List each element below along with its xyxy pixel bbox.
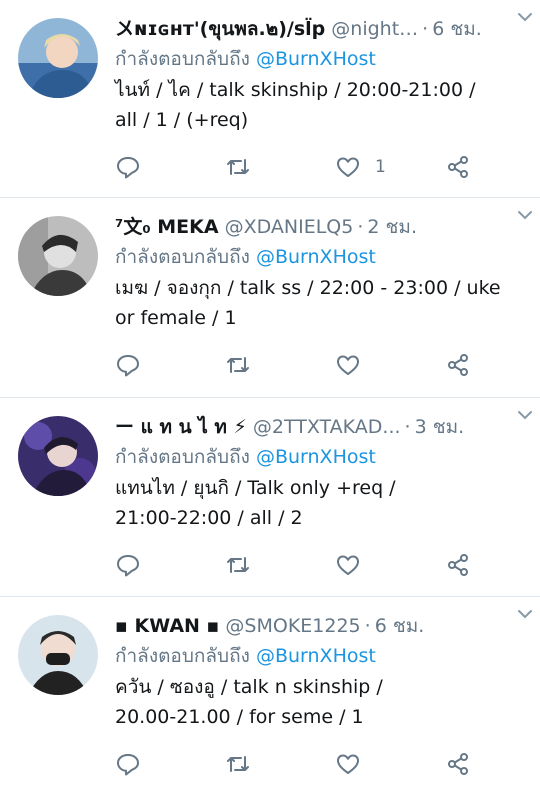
retweet-button[interactable]	[225, 350, 251, 380]
share-icon	[448, 554, 468, 576]
reply-context: กำลังตอบกลับถึง @BurnXHost	[115, 242, 528, 272]
avatar[interactable]	[18, 615, 98, 695]
retweet-icon	[227, 756, 249, 772]
separator-dot: ·	[357, 216, 364, 238]
avatar[interactable]	[18, 216, 98, 296]
reply-prefix: กำลังตอบกลับถึง	[115, 48, 250, 70]
like-button[interactable]	[335, 350, 375, 380]
separator-dot: ·	[404, 416, 411, 438]
display-name[interactable]: ⁷文₀ MEKA	[115, 212, 219, 242]
heart-icon	[337, 355, 359, 375]
reply-prefix: กำลังตอบกลับถึง	[115, 645, 250, 667]
tweet-actions	[115, 550, 495, 580]
avatar[interactable]	[18, 416, 98, 496]
retweet-button[interactable]	[225, 749, 251, 779]
user-handle[interactable]: @2TTXTAKAD...	[253, 412, 401, 442]
heart-icon	[337, 157, 359, 177]
tweet[interactable]: ー แ ท น ไ ท ⚡ @2TTXTAKAD... · 3 ชม. กำลั…	[0, 398, 540, 597]
reply-context: กำลังตอบกลับถึง @BurnXHost	[115, 641, 528, 671]
tweet-text: แทนไท / ยุนกิ / Talk only +req / 21:00-2…	[115, 477, 396, 529]
tweet[interactable]: ▪ KWAN ▪ @SMOKE1225 · 6 ชม. กำลังตอบกลับ…	[0, 597, 540, 791]
chevron-down-icon[interactable]	[516, 605, 534, 623]
reply-icon	[117, 555, 139, 577]
mention-link[interactable]: @BurnXHost	[256, 246, 376, 268]
timeline: 〤ɴɪɢʜᴛ'(ขุนพล.๒)/sl̈p @night… · 6 ชม. กำ…	[0, 0, 540, 791]
display-name[interactable]: 〤ɴɪɢʜᴛ'(ขุนพล.๒)/sl̈p	[115, 14, 325, 44]
separator-dot: ·	[422, 18, 429, 40]
user-handle[interactable]: @XDANIELQ5	[225, 212, 354, 242]
reply-icon	[117, 754, 139, 776]
heart-icon	[337, 555, 359, 575]
tweet[interactable]: 〤ɴɪɢʜᴛ'(ขุนพล.๒)/sl̈p @night… · 6 ชม. กำ…	[0, 0, 540, 198]
tweet-text: เมฆ / จองกุก / talk ss / 22:00 - 23:00 /…	[115, 277, 501, 329]
timestamp[interactable]: 6 ชม.	[375, 611, 425, 641]
reply-button[interactable]	[115, 749, 141, 779]
separator-dot: ·	[364, 615, 371, 637]
share-button[interactable]	[445, 550, 471, 580]
tweet-actions	[115, 350, 495, 380]
tweet[interactable]: ⁷文₀ MEKA @XDANIELQ5 · 2 ชม. กำลังตอบกลับ…	[0, 198, 540, 398]
retweet-button[interactable]	[225, 152, 251, 182]
share-icon	[448, 156, 468, 178]
timestamp[interactable]: 2 ชม.	[367, 212, 417, 242]
like-count: 1	[375, 157, 386, 177]
tweet-actions: 1	[115, 152, 495, 182]
share-button[interactable]	[445, 152, 471, 182]
chevron-down-icon[interactable]	[516, 406, 534, 424]
heart-icon	[337, 754, 359, 774]
user-handle[interactable]: @night…	[331, 14, 418, 44]
tweet-text: ควัน / ซองอู / talk n skinship / 20.00-2…	[115, 676, 383, 728]
reply-prefix: กำลังตอบกลับถึง	[115, 246, 250, 268]
avatar[interactable]	[18, 18, 98, 98]
reply-icon	[117, 355, 139, 377]
retweet-button[interactable]	[225, 550, 251, 580]
tweet-text: ไนท์ / ไค / talk skinship / 20:00-21:00 …	[115, 79, 476, 131]
mention-link[interactable]: @BurnXHost	[256, 446, 376, 468]
retweet-icon	[227, 557, 249, 573]
retweet-icon	[227, 159, 249, 175]
retweet-icon	[227, 357, 249, 373]
like-button[interactable]: 1	[335, 152, 386, 182]
reply-button[interactable]	[115, 550, 141, 580]
share-icon	[448, 753, 468, 775]
reply-button[interactable]	[115, 350, 141, 380]
share-button[interactable]	[445, 350, 471, 380]
reply-icon	[117, 157, 139, 179]
mention-link[interactable]: @BurnXHost	[256, 48, 376, 70]
user-handle[interactable]: @SMOKE1225	[225, 611, 360, 641]
like-button[interactable]	[335, 550, 375, 580]
timestamp[interactable]: 3 ชม.	[415, 412, 465, 442]
chevron-down-icon[interactable]	[516, 8, 534, 26]
reply-prefix: กำลังตอบกลับถึง	[115, 446, 250, 468]
share-icon	[448, 354, 468, 376]
tweet-actions	[115, 749, 495, 779]
timestamp[interactable]: 6 ชม.	[432, 14, 482, 44]
like-button[interactable]	[335, 749, 375, 779]
reply-context: กำลังตอบกลับถึง @BurnXHost	[115, 442, 528, 472]
mention-link[interactable]: @BurnXHost	[256, 645, 376, 667]
chevron-down-icon[interactable]	[516, 206, 534, 224]
reply-button[interactable]	[115, 152, 141, 182]
display-name[interactable]: ー แ ท น ไ ท ⚡	[115, 412, 247, 442]
reply-context: กำลังตอบกลับถึง @BurnXHost	[115, 44, 528, 74]
share-button[interactable]	[445, 749, 471, 779]
display-name[interactable]: ▪ KWAN ▪	[115, 611, 219, 641]
